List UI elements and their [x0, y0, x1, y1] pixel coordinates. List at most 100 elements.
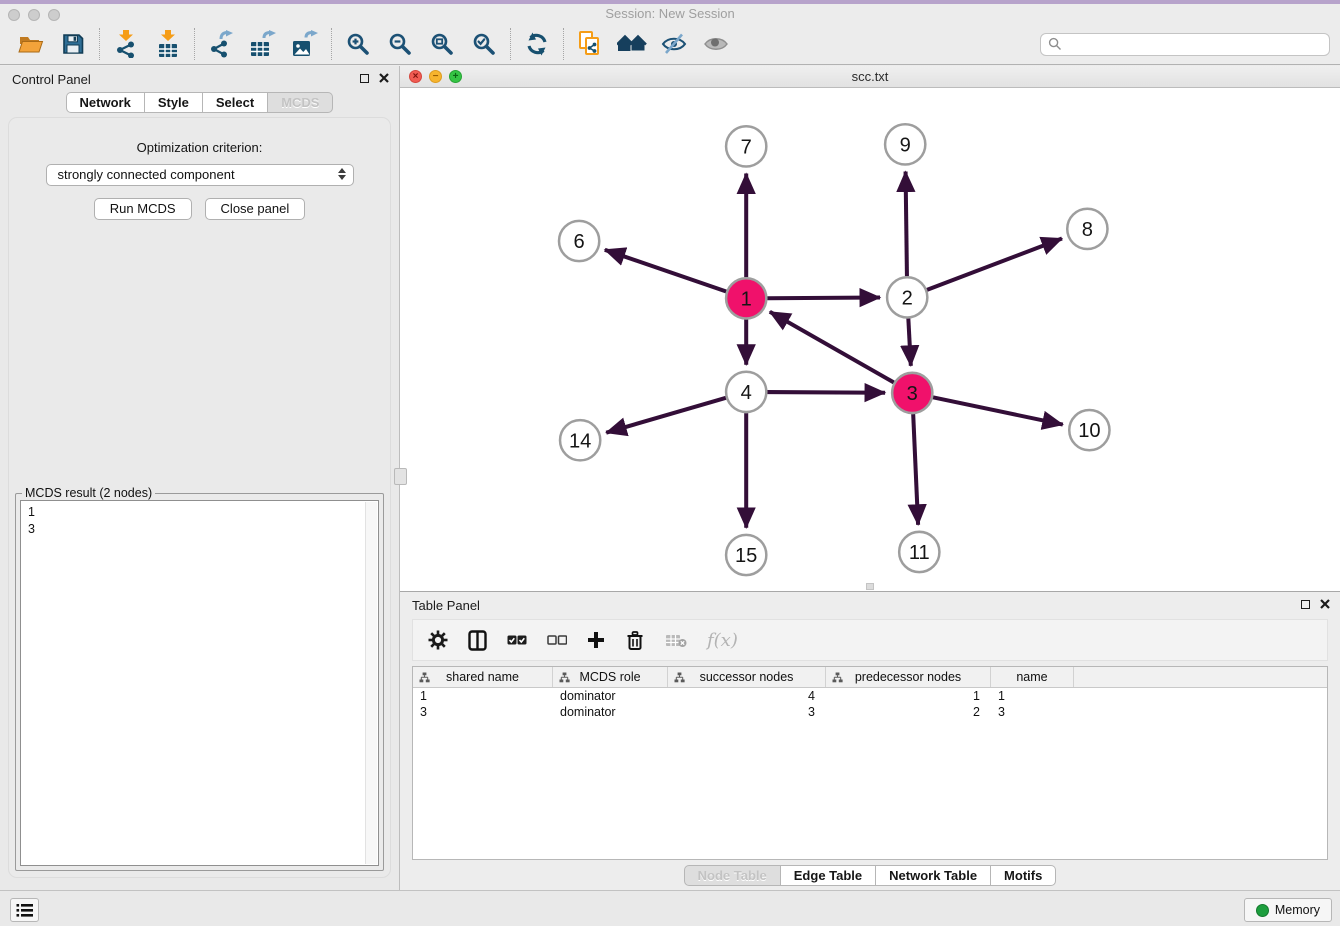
run-mcds-button[interactable]: Run MCDS [94, 198, 192, 220]
canvas-resize-grip[interactable] [866, 583, 874, 590]
cell-shared-name[interactable]: 1 [413, 689, 553, 703]
graph-node-7[interactable]: 7 [726, 126, 766, 166]
tab-edge-table[interactable]: Edge Table [781, 865, 876, 886]
select-spinner-icon [338, 168, 346, 180]
graph-edge-2-3[interactable] [908, 318, 910, 365]
optimization-criterion-select[interactable]: strongly connected component [46, 164, 354, 186]
close-panel-icon[interactable] [1320, 599, 1330, 609]
column-header-name[interactable]: name [991, 667, 1074, 687]
graph-edge-1-2[interactable] [767, 298, 880, 299]
graph-edge-3-11[interactable] [913, 414, 918, 525]
delete-column-button[interactable] [625, 630, 645, 651]
column-header-shared-name[interactable]: shared name [413, 667, 553, 687]
task-history-button[interactable] [10, 898, 39, 922]
zoom-fit-button[interactable] [421, 25, 463, 63]
network-graph[interactable]: 7 9 6 8 1 2 4 3 14 10 15 11 [400, 88, 1340, 594]
graph-node-15[interactable]: 15 [726, 535, 766, 575]
mcds-result-list[interactable]: 13 [20, 500, 379, 866]
graph-node-2[interactable]: 2 [887, 277, 927, 317]
zoom-selected-button[interactable] [463, 25, 505, 63]
close-window-button[interactable] [8, 9, 20, 21]
mcds-result-item[interactable]: 3 [28, 521, 378, 538]
deselect-all-columns-button[interactable] [547, 635, 567, 645]
delete-table-button[interactable] [665, 633, 687, 648]
tab-style[interactable]: Style [145, 92, 203, 113]
copy-style-button[interactable] [569, 25, 611, 63]
column-header-predecessor-nodes[interactable]: predecessor nodes [826, 667, 991, 687]
tab-node-table[interactable]: Node Table [684, 865, 781, 886]
graph-edge-2-8[interactable] [927, 239, 1062, 290]
graph-edge-1-6[interactable] [605, 250, 726, 292]
show-all-button[interactable] [695, 25, 737, 63]
graph-edge-3-1[interactable] [770, 312, 894, 383]
add-column-button[interactable] [587, 631, 605, 649]
tab-motifs[interactable]: Motifs [991, 865, 1056, 886]
minimize-network-window-button[interactable]: − [429, 70, 442, 83]
tab-network-table[interactable]: Network Table [876, 865, 991, 886]
mcds-result-item[interactable]: 1 [28, 504, 378, 521]
cell-predecessor-nodes[interactable]: 2 [826, 705, 991, 719]
graph-node-8[interactable]: 8 [1067, 209, 1107, 249]
search-field[interactable] [1040, 33, 1330, 56]
graph-node-10[interactable]: 10 [1069, 410, 1109, 450]
tab-select[interactable]: Select [203, 92, 268, 113]
splitter-handle[interactable] [394, 468, 407, 485]
graph-node-11[interactable]: 11 [899, 532, 939, 572]
close-network-window-button[interactable]: × [409, 70, 422, 83]
export-table-button[interactable] [242, 25, 284, 63]
network-window-titlebar[interactable]: × − + scc.txt [400, 66, 1340, 88]
graph-node-14[interactable]: 14 [560, 420, 600, 460]
close-panel-icon[interactable] [379, 73, 389, 83]
cell-name[interactable]: 3 [991, 705, 1074, 719]
export-network-button[interactable] [200, 25, 242, 63]
import-network-button[interactable] [105, 25, 147, 63]
float-panel-icon[interactable] [360, 74, 369, 83]
column-header-mcds-role[interactable]: MCDS role [553, 667, 668, 687]
select-all-columns-button[interactable] [507, 635, 527, 645]
tab-mcds[interactable]: MCDS [268, 92, 333, 113]
maximize-network-window-button[interactable]: + [449, 70, 462, 83]
cell-mcds-role[interactable]: dominator [553, 689, 668, 703]
close-panel-button[interactable]: Close panel [205, 198, 306, 220]
network-canvas[interactable]: 7 9 6 8 1 2 4 3 14 10 15 11 [400, 88, 1340, 591]
graph-edge-2-9[interactable] [906, 172, 907, 277]
home-layout-button[interactable] [611, 25, 653, 63]
zoom-out-button[interactable] [379, 25, 421, 63]
import-table-button[interactable] [147, 25, 189, 63]
float-panel-icon[interactable] [1301, 600, 1310, 609]
zoom-in-button[interactable] [337, 25, 379, 63]
graph-edge-4-14[interactable] [606, 398, 726, 433]
table-row[interactable]: 3dominator323 [413, 704, 1327, 720]
hide-selected-button[interactable] [653, 25, 695, 63]
graph-node-3[interactable]: 3 [892, 373, 932, 413]
graph-node-1[interactable]: 1 [726, 278, 766, 318]
graph-edge-4-3[interactable] [767, 392, 885, 393]
minimize-window-button[interactable] [28, 9, 40, 21]
save-session-button[interactable] [52, 25, 94, 63]
zoom-window-button[interactable] [48, 9, 60, 21]
svg-text:3: 3 [907, 383, 918, 405]
memory-button[interactable]: Memory [1244, 898, 1332, 922]
open-session-button[interactable] [10, 25, 52, 63]
graph-edge-3-10[interactable] [933, 397, 1063, 424]
show-columns-button[interactable] [468, 630, 487, 651]
cell-successor-nodes[interactable]: 4 [668, 689, 826, 703]
export-image-button[interactable] [284, 25, 326, 63]
tab-network[interactable]: Network [66, 92, 145, 113]
table-row[interactable]: 1dominator411 [413, 688, 1327, 704]
cell-predecessor-nodes[interactable]: 1 [826, 689, 991, 703]
cell-name[interactable]: 1 [991, 689, 1074, 703]
table-settings-button[interactable] [428, 630, 448, 650]
scrollbar-track[interactable] [365, 502, 377, 864]
graph-node-9[interactable]: 9 [885, 124, 925, 164]
refresh-view-button[interactable] [516, 25, 558, 63]
cell-successor-nodes[interactable]: 3 [668, 705, 826, 719]
node-table[interactable]: shared nameMCDS rolesuccessor nodesprede… [412, 666, 1328, 860]
function-builder-button[interactable]: f(x) [707, 630, 738, 651]
graph-node-4[interactable]: 4 [726, 372, 766, 412]
search-input[interactable] [1062, 36, 1322, 52]
graph-node-6[interactable]: 6 [559, 221, 599, 261]
column-header-successor-nodes[interactable]: successor nodes [668, 667, 826, 687]
cell-shared-name[interactable]: 3 [413, 705, 553, 719]
cell-mcds-role[interactable]: dominator [553, 705, 668, 719]
